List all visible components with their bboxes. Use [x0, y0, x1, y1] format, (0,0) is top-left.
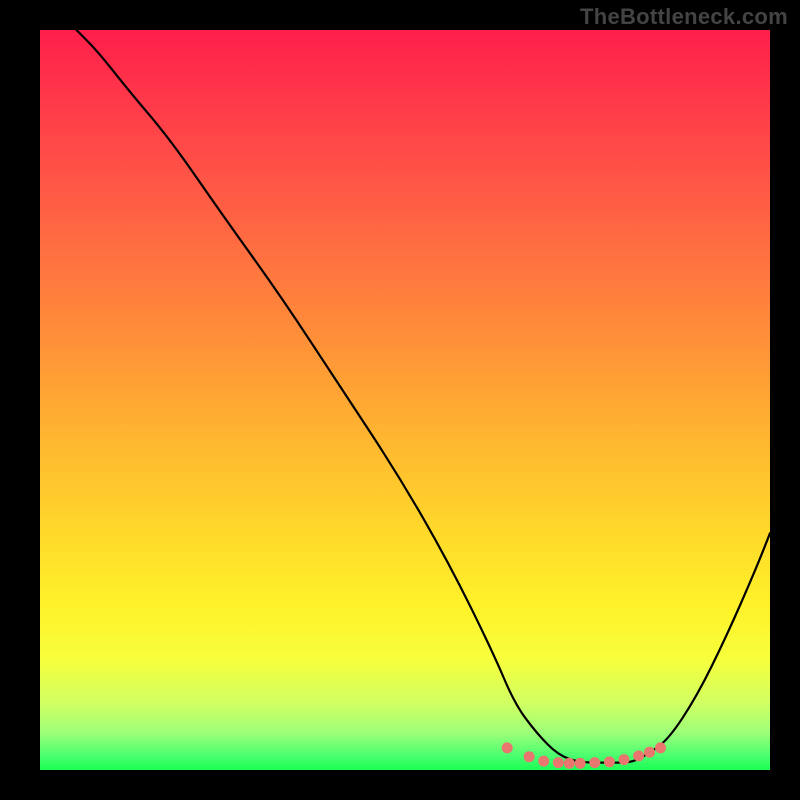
dots-group: [502, 742, 666, 769]
dot: [655, 742, 666, 753]
bottleneck-dots: [40, 30, 770, 770]
dot: [633, 750, 644, 761]
dot: [553, 757, 564, 768]
watermark-text: TheBottleneck.com: [580, 4, 788, 30]
plot-area: [40, 30, 770, 770]
dot: [589, 757, 600, 768]
dot: [619, 754, 630, 765]
dot: [604, 756, 615, 767]
chart-frame: TheBottleneck.com: [0, 0, 800, 800]
dot: [524, 751, 535, 762]
dot: [644, 747, 655, 758]
dot: [502, 742, 513, 753]
dot: [538, 756, 549, 767]
dot: [564, 758, 575, 769]
dot: [575, 758, 586, 769]
